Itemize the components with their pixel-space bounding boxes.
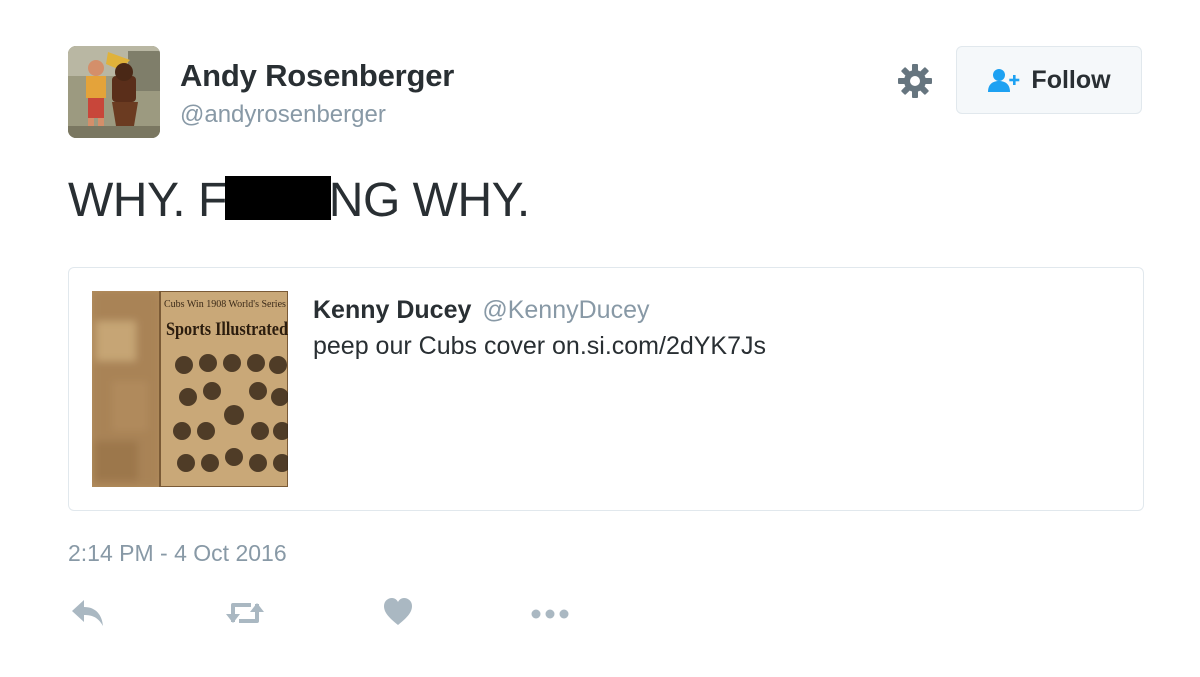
quoted-tweet-card[interactable]: Cubs Win 1908 World's Series Sports Illu… — [68, 267, 1144, 511]
retweet-icon[interactable] — [224, 596, 266, 635]
gear-icon[interactable] — [896, 62, 934, 100]
tweet-text-start: WHY. F — [68, 174, 227, 227]
cover-headline: Cubs Win 1908 World's Series — [164, 299, 286, 310]
add-user-icon — [988, 69, 1020, 92]
reply-icon[interactable] — [70, 596, 106, 635]
follow-button[interactable]: Follow — [956, 46, 1142, 114]
avatar-image — [68, 46, 160, 138]
author-name[interactable]: Andy Rosenberger — [180, 58, 454, 94]
cover-masthead: Sports Illustrated — [166, 319, 288, 340]
tweet-text-end: NG WHY. — [328, 174, 530, 227]
author-handle[interactable]: @andyrosenberger — [180, 101, 386, 129]
quoted-tweet-thumbnail[interactable]: Cubs Win 1908 World's Series Sports Illu… — [92, 291, 288, 487]
author-avatar[interactable] — [68, 46, 160, 138]
more-icon[interactable] — [530, 596, 572, 635]
quoted-tweet-author[interactable]: Kenny Ducey @KennyDucey — [313, 296, 649, 325]
quoted-tweet-text: peep our Cubs cover on.si.com/2dYK7Js — [313, 332, 767, 360]
redaction-bar — [224, 176, 331, 220]
tweet-timestamp[interactable]: 2:14 PM - 4 Oct 2016 — [68, 540, 287, 567]
magazine-cover-image: Cubs Win 1908 World's Series Sports Illu… — [92, 291, 288, 487]
tweet-text: WHY. F NG WHY. — [68, 172, 530, 230]
quoted-author-name: Kenny Ducey — [313, 296, 472, 324]
like-icon[interactable] — [382, 596, 414, 633]
follow-label: Follow — [1031, 65, 1111, 94]
quoted-author-handle: @KennyDucey — [482, 296, 650, 324]
